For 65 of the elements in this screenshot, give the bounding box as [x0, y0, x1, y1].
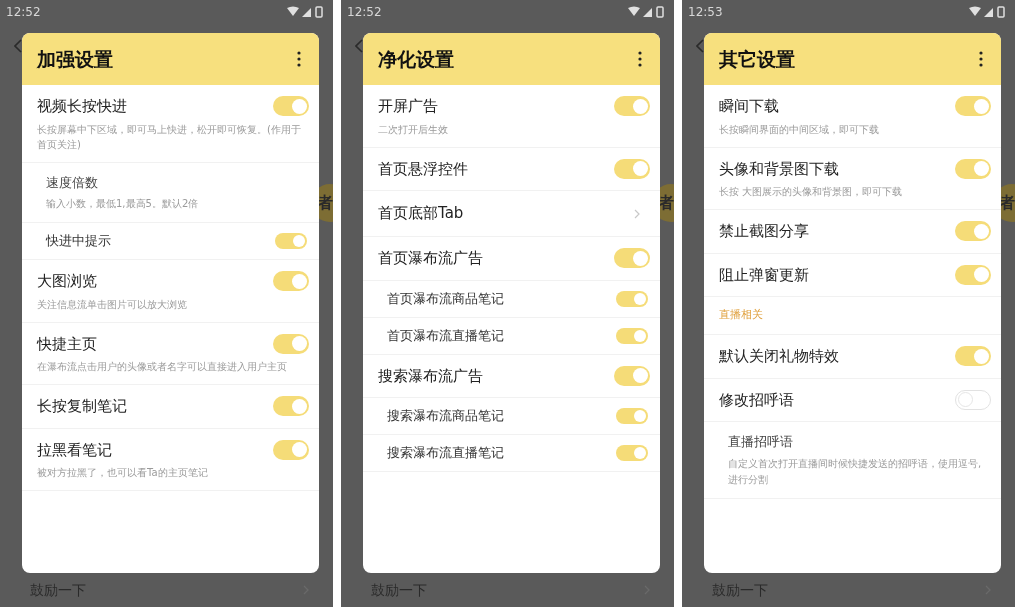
- toggle-switch[interactable]: [616, 290, 648, 307]
- setting-title[interactable]: 速度倍数: [46, 172, 307, 192]
- toggle-switch[interactable]: [614, 365, 650, 386]
- chevron-right-icon: [634, 208, 640, 219]
- toggle-switch[interactable]: [273, 96, 309, 117]
- toggle-switch[interactable]: [955, 264, 991, 285]
- setting-title: 首页悬浮控件: [378, 158, 468, 180]
- setting-title: 搜索瀑布流商品笔记: [387, 407, 504, 426]
- setting-title: 首页瀑布流广告: [378, 248, 483, 269]
- setting-description: 长按瞬间界面的中间区域，即可下载: [719, 122, 880, 137]
- dialog-title: 其它设置: [719, 46, 795, 72]
- setting-description: 输入小数，最低1,最高5。默认2倍: [46, 197, 200, 211]
- dialog-title: 加强设置: [37, 46, 113, 72]
- setting-title: 搜索瀑布流直播笔记: [387, 444, 504, 463]
- setting-title: 瞬间下载: [719, 96, 779, 117]
- toggle-switch[interactable]: [616, 445, 648, 461]
- setting-title: 默认关闭礼物特效: [719, 346, 839, 367]
- setting-title: 快进中提示: [46, 232, 111, 251]
- toggle-switch[interactable]: [273, 333, 309, 354]
- setting-title: 首页瀑布流直播笔记: [387, 326, 504, 345]
- toggle-switch[interactable]: [955, 346, 991, 367]
- toggle-switch[interactable]: [955, 389, 991, 410]
- setting-title: 视频长按快进: [37, 96, 127, 117]
- more-icon[interactable]: [297, 51, 301, 67]
- toggle-switch[interactable]: [614, 158, 650, 179]
- status-time: 12:52: [347, 4, 382, 21]
- more-icon[interactable]: [638, 51, 642, 67]
- setting-title: 快捷主页: [37, 333, 97, 355]
- status-time: 12:52: [6, 4, 41, 21]
- setting-description: 在瀑布流点击用户的头像或者名字可以直接进入用户主页: [37, 360, 288, 374]
- toggle-switch[interactable]: [273, 439, 309, 460]
- setting-title: 头像和背景图下载: [719, 158, 839, 180]
- toggle-switch[interactable]: [616, 327, 648, 344]
- setting-title: 修改招呼语: [719, 389, 794, 411]
- setting-description: 被对方拉黑了，也可以看Ta的主页笔记: [37, 466, 209, 480]
- toggle-switch[interactable]: [275, 233, 307, 249]
- back-icon[interactable]: [14, 39, 22, 53]
- toggle-switch[interactable]: [955, 158, 991, 179]
- setting-title: 搜索瀑布流广告: [378, 365, 483, 387]
- toggle-switch[interactable]: [614, 96, 650, 117]
- setting-title: 拉黑看笔记: [37, 439, 112, 461]
- section-header: 直播相关: [719, 307, 763, 324]
- setting-title: 首页瀑布流商品笔记: [387, 289, 504, 308]
- setting-title: 大图浏览: [37, 271, 97, 292]
- setting-description: 长按屏幕中下区域，即可马上快进，松开即可恢复。(作用于首页关注): [37, 122, 302, 152]
- toggle-switch[interactable]: [616, 408, 648, 424]
- setting-title: 阻止弹窗更新: [719, 264, 809, 286]
- setting-description: 长按 大图展示的头像和背景图，即可下载: [719, 185, 904, 199]
- toggle-switch[interactable]: [614, 248, 650, 269]
- setting-description: 自定义首次打开直播间时候快捷发送的招呼语，使用逗号,进行分割: [728, 456, 983, 487]
- setting-title[interactable]: 直播招呼语: [728, 432, 989, 452]
- status-time: 12:53: [688, 4, 723, 21]
- back-icon[interactable]: [355, 39, 363, 53]
- toggle-switch[interactable]: [273, 271, 309, 292]
- setting-title: 长按复制笔记: [37, 396, 127, 417]
- toggle-switch[interactable]: [273, 396, 309, 417]
- toggle-switch[interactable]: [955, 96, 991, 117]
- setting-title: 禁止截图分享: [719, 221, 809, 242]
- toggle-switch[interactable]: [955, 221, 991, 242]
- more-icon[interactable]: [979, 51, 983, 67]
- setting-title[interactable]: 首页底部Tab: [378, 202, 464, 225]
- dialog-title: 净化设置: [378, 46, 454, 72]
- setting-title: 开屏广告: [378, 96, 438, 117]
- back-icon[interactable]: [696, 39, 704, 53]
- setting-description: 关注信息流单击图片可以放大浏览: [37, 297, 188, 312]
